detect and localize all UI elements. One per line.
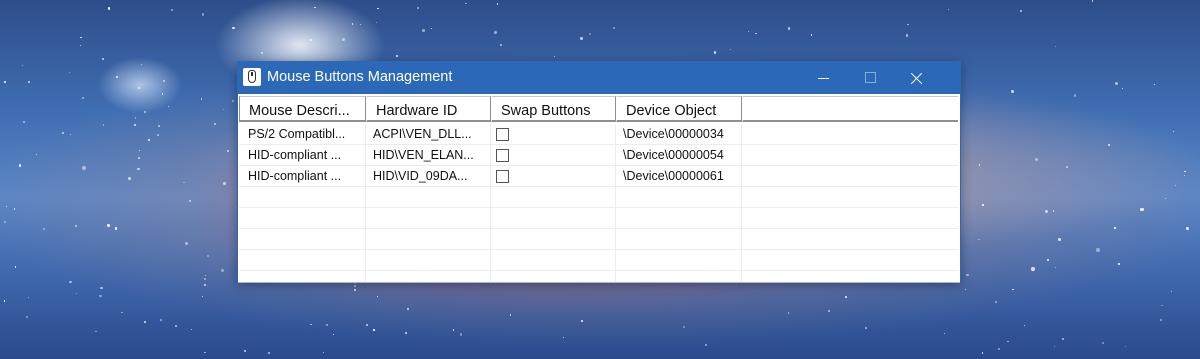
- minimize-button[interactable]: [801, 62, 847, 94]
- mouse-app-icon: [243, 68, 261, 86]
- cell-device-object: \Device\00000061: [616, 166, 742, 187]
- title-bar[interactable]: Mouse Buttons Management: [238, 62, 960, 94]
- cell-swap-buttons: [491, 145, 616, 166]
- swap-buttons-checkbox[interactable]: [496, 149, 509, 162]
- empty-row: [239, 271, 958, 282]
- cell-filler: [742, 166, 958, 187]
- swap-buttons-checkbox[interactable]: [496, 128, 509, 141]
- table-row[interactable]: PS/2 Compatibl... ACPI\VEN_DLL... \Devic…: [239, 124, 958, 145]
- window-title: Mouse Buttons Management: [267, 69, 453, 85]
- cell-device-object: \Device\00000034: [616, 124, 742, 145]
- cell-swap-buttons: [491, 124, 616, 145]
- cell-device-object: \Device\00000054: [616, 145, 742, 166]
- empty-row: [239, 208, 958, 229]
- device-table[interactable]: Mouse Descri... Hardware ID Swap Buttons…: [238, 94, 960, 282]
- cell-filler: [742, 124, 958, 145]
- cell-description: PS/2 Compatibl...: [239, 124, 366, 145]
- column-header-filler: [742, 96, 958, 122]
- cell-hardware-id: ACPI\VEN_DLL...: [366, 124, 491, 145]
- column-header-hardware-id[interactable]: Hardware ID: [366, 96, 491, 122]
- table-header: Mouse Descri... Hardware ID Swap Buttons…: [239, 96, 958, 123]
- empty-row: [239, 250, 958, 271]
- table-row[interactable]: HID-compliant ... HID\VEN_ELAN... \Devic…: [239, 145, 958, 166]
- empty-row: [239, 187, 958, 208]
- column-header-swap-buttons[interactable]: Swap Buttons: [491, 96, 616, 122]
- mouse-buttons-window[interactable]: Mouse Buttons Management Mouse Descri...…: [237, 61, 961, 283]
- close-button[interactable]: [893, 62, 939, 94]
- cell-description: HID-compliant ...: [239, 145, 366, 166]
- cell-hardware-id: HID\VID_09DA...: [366, 166, 491, 187]
- column-header-mouse-description[interactable]: Mouse Descri...: [239, 96, 366, 122]
- cell-filler: [742, 145, 958, 166]
- window-bottom-border: [238, 282, 960, 283]
- empty-row: [239, 229, 958, 250]
- cell-swap-buttons: [491, 166, 616, 187]
- swap-buttons-checkbox[interactable]: [496, 170, 509, 183]
- column-header-device-object[interactable]: Device Object: [616, 96, 742, 122]
- cell-description: HID-compliant ...: [239, 166, 366, 187]
- maximize-button: [847, 62, 893, 94]
- table-row[interactable]: HID-compliant ... HID\VID_09DA... \Devic…: [239, 166, 958, 187]
- cell-hardware-id: HID\VEN_ELAN...: [366, 145, 491, 166]
